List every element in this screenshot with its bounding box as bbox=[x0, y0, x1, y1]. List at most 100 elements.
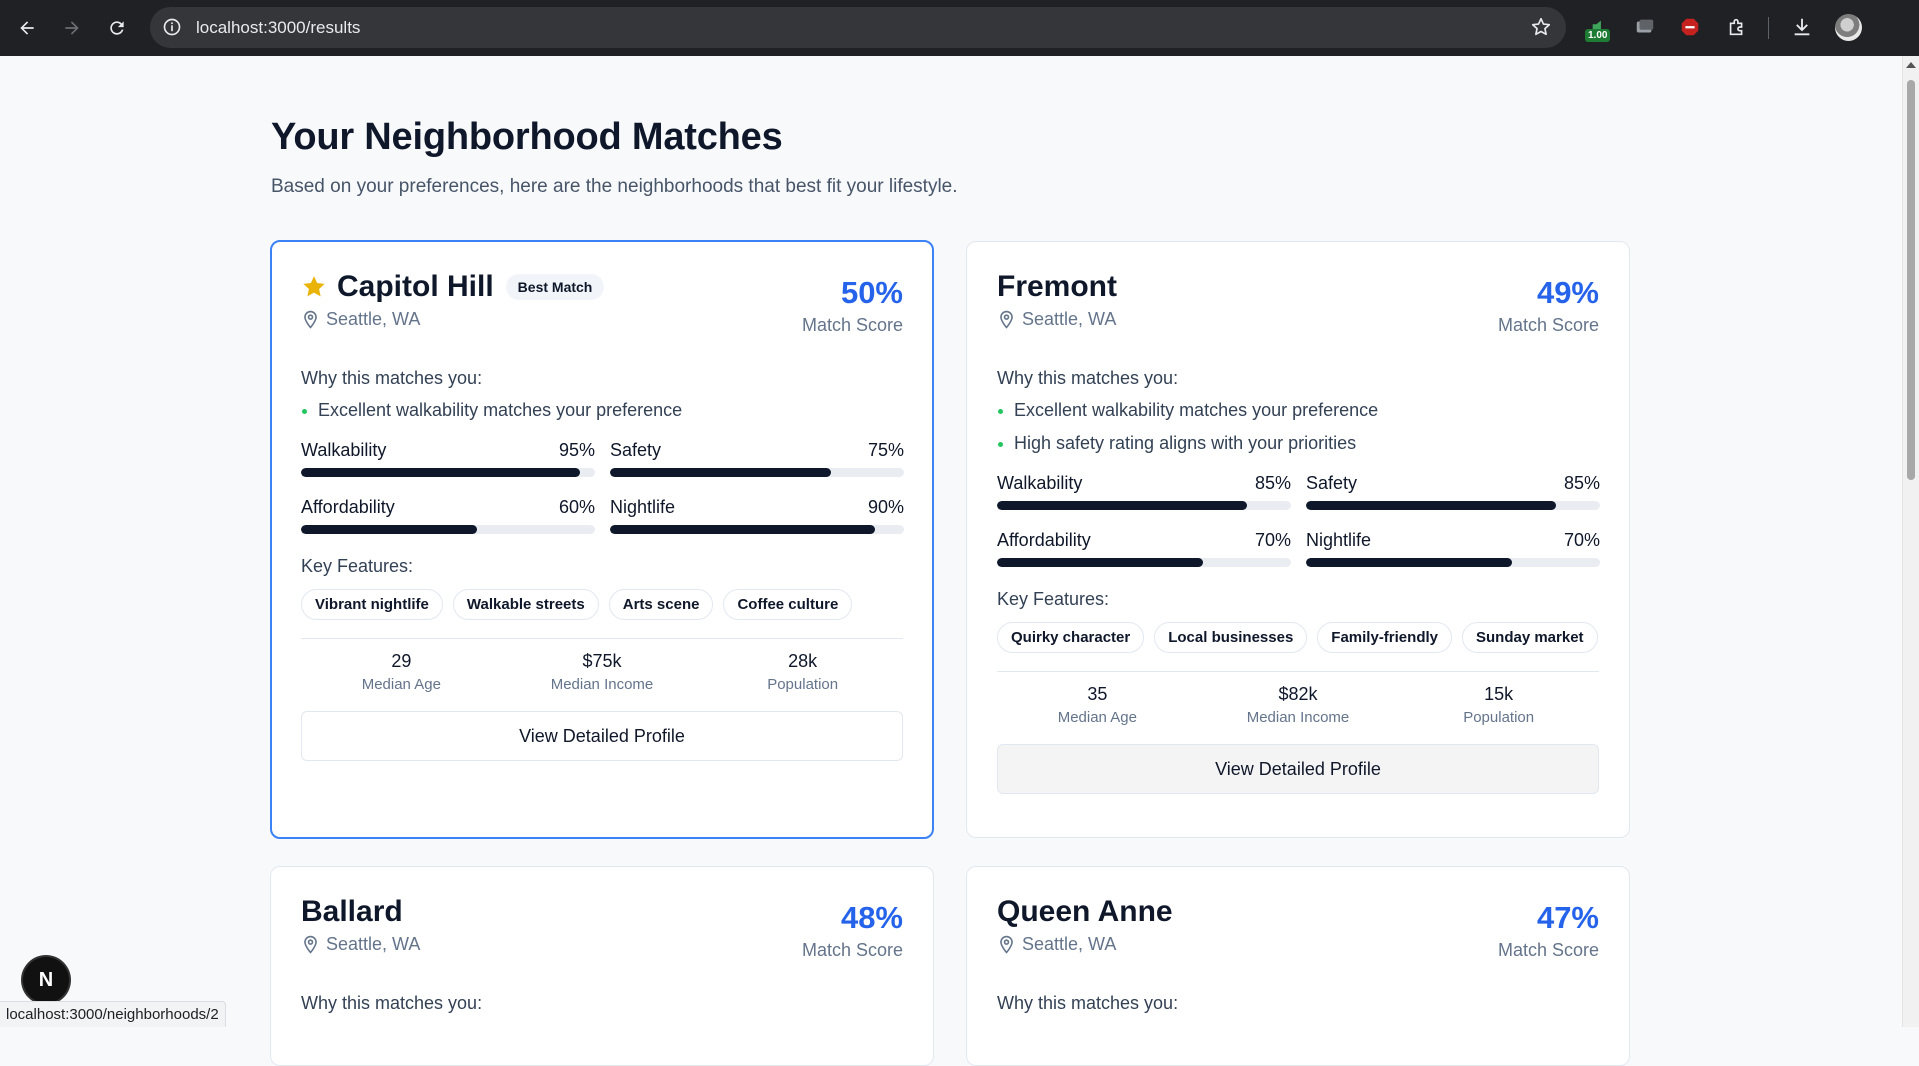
stats-row: 35 Median Age $82k Median Income 15k Popula… bbox=[997, 684, 1599, 726]
progress-bar bbox=[610, 468, 904, 477]
progress-bar bbox=[1306, 558, 1600, 567]
page-scrollbar[interactable] bbox=[1902, 56, 1919, 1027]
neighborhood-name: Ballard bbox=[301, 895, 403, 928]
match-score-label: Match Score bbox=[1497, 940, 1599, 960]
stat-median-income: $82k Median Income bbox=[1198, 684, 1399, 726]
neighborhood-card[interactable]: Fremont Seattle, WA 49% Match Score Why … bbox=[966, 241, 1630, 838]
progress-fill bbox=[997, 558, 1203, 567]
metric-value: 90% bbox=[867, 497, 904, 517]
window-icon bbox=[1636, 19, 1654, 33]
feature-tag: Family-friendly bbox=[1317, 622, 1452, 653]
puzzle-icon bbox=[1729, 18, 1743, 36]
location-text: Seattle, WA bbox=[1022, 309, 1117, 329]
progress-fill bbox=[301, 525, 478, 534]
view-profile-button[interactable]: View Detailed Profile bbox=[301, 711, 903, 761]
feature-tag: Local businesses bbox=[1154, 622, 1308, 653]
divider bbox=[997, 671, 1599, 672]
map-pin-icon bbox=[304, 310, 317, 329]
bookmark-star-icon[interactable] bbox=[1530, 16, 1552, 38]
match-score: 47% Match Score bbox=[1498, 900, 1599, 961]
reload-icon bbox=[110, 21, 124, 35]
neighborhood-name: Fremont bbox=[997, 270, 1117, 303]
stat-label: Population bbox=[1463, 709, 1535, 726]
scrollbar-thumb[interactable] bbox=[1907, 80, 1915, 480]
match-score: 49% Match Score bbox=[1498, 275, 1599, 336]
extension-blocker-icon[interactable] bbox=[1677, 14, 1703, 40]
metric-label: Safety bbox=[1306, 473, 1358, 493]
address-bar[interactable]: localhost:3000/results bbox=[150, 7, 1566, 48]
forward-button[interactable] bbox=[58, 14, 86, 42]
page-subtitle: Based on your preferences, here are the … bbox=[271, 176, 958, 197]
match-score: 50% Match Score bbox=[802, 275, 903, 336]
neighborhood-card[interactable]: Capitol Hill Best Match Seattle, WA 50% … bbox=[270, 240, 934, 839]
stat-label: Median Age bbox=[1057, 709, 1137, 726]
stat-value: 28k bbox=[788, 651, 818, 671]
why-title: Why this matches you: bbox=[301, 368, 483, 388]
stat-value: $75k bbox=[582, 651, 622, 671]
metric-label: Nightlife bbox=[610, 497, 676, 517]
match-score-value: 48% bbox=[840, 900, 903, 935]
metric-value: 60% bbox=[558, 497, 595, 517]
neighborhood-card[interactable]: Queen Anne Seattle, WA 47% Match Score W… bbox=[966, 866, 1630, 1066]
metric-value: 70% bbox=[1254, 530, 1291, 550]
download-arrow-icon bbox=[1794, 18, 1810, 36]
progress-fill bbox=[1306, 501, 1556, 510]
stat-population: 28k Population bbox=[702, 651, 903, 693]
view-profile-button[interactable]: View Detailed Profile bbox=[997, 744, 1599, 794]
metric-nightlife: Nightlife 70% bbox=[1306, 530, 1600, 567]
downloads-icon[interactable] bbox=[1789, 14, 1815, 40]
stat-median-age: 35 Median Age bbox=[997, 684, 1198, 726]
back-button[interactable] bbox=[13, 14, 41, 42]
metric-walkability: Walkability 95% bbox=[301, 440, 595, 477]
reload-button[interactable] bbox=[103, 14, 131, 42]
metric-label: Affordability bbox=[997, 530, 1091, 550]
scroll-up-arrow-icon[interactable] bbox=[1906, 62, 1916, 68]
stat-median-age: 29 Median Age bbox=[301, 651, 502, 693]
location: Seattle, WA bbox=[301, 934, 420, 955]
metric-value: 85% bbox=[1563, 473, 1600, 493]
neighborhood-name: Capitol Hill bbox=[337, 270, 494, 303]
metric-value: 75% bbox=[867, 440, 904, 460]
location-text: Seattle, WA bbox=[1022, 934, 1117, 954]
why-title: Why this matches you: bbox=[301, 993, 483, 1013]
feature-tag: Walkable streets bbox=[452, 589, 599, 620]
match-score-value: 49% bbox=[1536, 275, 1599, 310]
metric-nightlife: Nightlife 90% bbox=[610, 497, 904, 534]
progress-bar bbox=[997, 501, 1291, 510]
progress-fill bbox=[610, 468, 831, 477]
profile-avatar[interactable] bbox=[1835, 14, 1862, 41]
key-features-title: Key Features: bbox=[997, 589, 1110, 609]
url-text[interactable]: localhost:3000/results bbox=[196, 18, 360, 38]
metric-label: Walkability bbox=[997, 473, 1083, 493]
feature-tag: Arts scene bbox=[608, 589, 714, 620]
extensions-puzzle-icon[interactable] bbox=[1724, 14, 1750, 40]
location: Seattle, WA bbox=[301, 309, 420, 330]
location: Seattle, WA bbox=[997, 309, 1116, 330]
nextjs-dev-badge[interactable]: N bbox=[23, 957, 69, 1003]
progress-fill bbox=[301, 468, 581, 477]
neighborhood-card[interactable]: Ballard Seattle, WA 48% Match Score Why … bbox=[270, 866, 934, 1066]
match-score-label: Match Score bbox=[801, 315, 903, 335]
stat-value: 35 bbox=[1087, 684, 1108, 704]
metric-safety: Safety 75% bbox=[610, 440, 904, 477]
feature-tag: Coffee culture bbox=[723, 589, 853, 620]
best-match-badge: Best Match bbox=[505, 274, 605, 300]
map-pin-icon bbox=[304, 935, 317, 954]
metric-walkability: Walkability 85% bbox=[997, 473, 1291, 510]
site-info-icon[interactable] bbox=[162, 17, 182, 37]
location-text: Seattle, WA bbox=[326, 934, 421, 954]
why-title: Why this matches you: bbox=[997, 368, 1179, 388]
match-score-label: Match Score bbox=[801, 940, 903, 960]
progress-fill bbox=[1306, 558, 1512, 567]
map-pin-icon bbox=[1000, 935, 1013, 954]
feature-tag: Sunday market bbox=[1462, 622, 1598, 653]
match-score: 48% Match Score bbox=[802, 900, 903, 961]
location-text: Seattle, WA bbox=[326, 309, 421, 329]
match-score-label: Match Score bbox=[1497, 315, 1599, 335]
browser-toolbar: localhost:3000/results 1.00 bbox=[0, 0, 1919, 56]
why-title: Why this matches you: bbox=[997, 993, 1179, 1013]
extension-tabs-icon[interactable] bbox=[1632, 14, 1658, 40]
reason-item: High safety rating aligns with your prio… bbox=[997, 432, 1599, 455]
stat-population: 15k Population bbox=[1398, 684, 1599, 726]
match-score-value: 47% bbox=[1536, 900, 1599, 935]
